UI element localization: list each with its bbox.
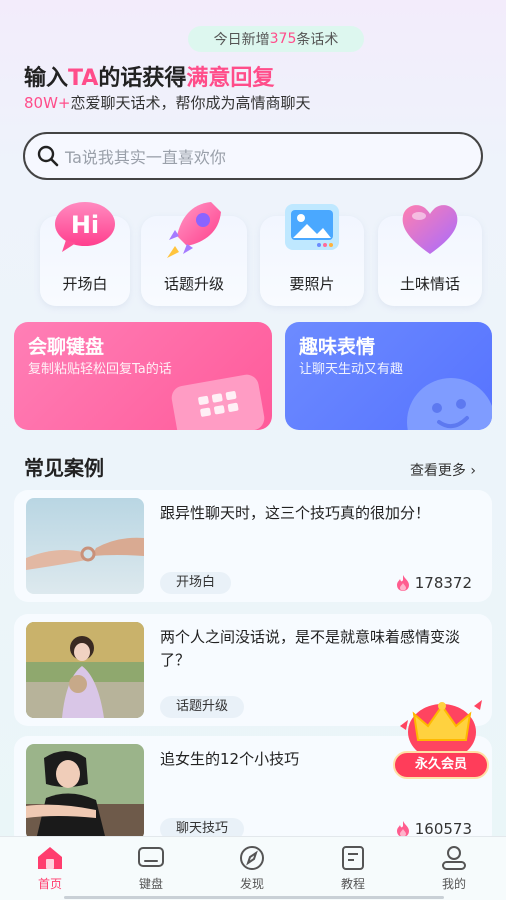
search-input[interactable]: Ta说我其实一直喜欢你: [23, 132, 483, 180]
lifetime-vip-button[interactable]: 永久会员: [384, 696, 492, 786]
case-tag: 开场白: [160, 572, 232, 594]
keyboard-illustration-icon: [171, 374, 265, 430]
common-cases-title: 常见案例: [24, 456, 104, 480]
case-card[interactable]: 跟异性聊天时，这三个技巧真的很加分！ 开场白 178372: [14, 490, 492, 602]
compass-icon: [240, 846, 264, 870]
keyboard-icon: [138, 847, 164, 867]
page-subtitle: 80W+恋爱聊天话术，帮你成为高情商聊天: [24, 94, 311, 112]
category-topic-upgrade[interactable]: 话题升级: [141, 202, 247, 306]
new-scripts-badge: 今日新增 375 条话术: [188, 26, 364, 52]
keyboard-banner[interactable]: 会聊键盘 复制粘贴轻松回复Ta的话: [14, 322, 272, 430]
tab-keyboard[interactable]: 键盘: [121, 845, 181, 892]
tab-discover[interactable]: 发现: [222, 845, 282, 892]
category-cheesy-lines[interactable]: 土味情话: [378, 205, 482, 306]
tab-home[interactable]: 首页: [20, 845, 80, 892]
heart-icon: [402, 205, 458, 254]
smiley-face-icon: [407, 378, 492, 430]
svg-text:Hi: Hi: [71, 211, 99, 239]
tab-tutorial[interactable]: 教程: [323, 845, 383, 892]
page-headline: 输入TA的话获得满意回复: [24, 66, 275, 91]
search-icon: [37, 145, 59, 167]
case-views: 178372: [395, 574, 472, 592]
home-icon: [38, 847, 62, 869]
fire-icon: [396, 575, 409, 591]
search-placeholder: Ta说我其实一直喜欢你: [65, 148, 226, 167]
view-more-link[interactable]: 查看更多 ›: [410, 460, 476, 480]
case-tag: 话题升级: [160, 696, 245, 718]
tutorial-icon: [342, 846, 364, 870]
tab-profile[interactable]: 我的: [424, 845, 484, 892]
case-thumbnail-image: [26, 622, 144, 718]
profile-icon: [442, 846, 466, 870]
hi-icon: Hi: [55, 202, 115, 252]
vip-label: 永久会员: [414, 757, 467, 772]
category-ask-photo[interactable]: 要照片: [260, 204, 364, 306]
home-indicator: [64, 896, 444, 899]
emoji-banner[interactable]: 趣味表情 让聊天生动又有趣: [285, 322, 492, 430]
category-opening-line[interactable]: Hi 开场白: [40, 202, 130, 306]
case-thumbnail-image: [26, 498, 144, 594]
rocket-icon: [167, 202, 221, 258]
bottom-tab-bar: 首页 键盘 发现 教程 我的: [0, 836, 506, 900]
case-thumbnail-image: [26, 744, 144, 840]
photo-icon: [285, 204, 339, 250]
